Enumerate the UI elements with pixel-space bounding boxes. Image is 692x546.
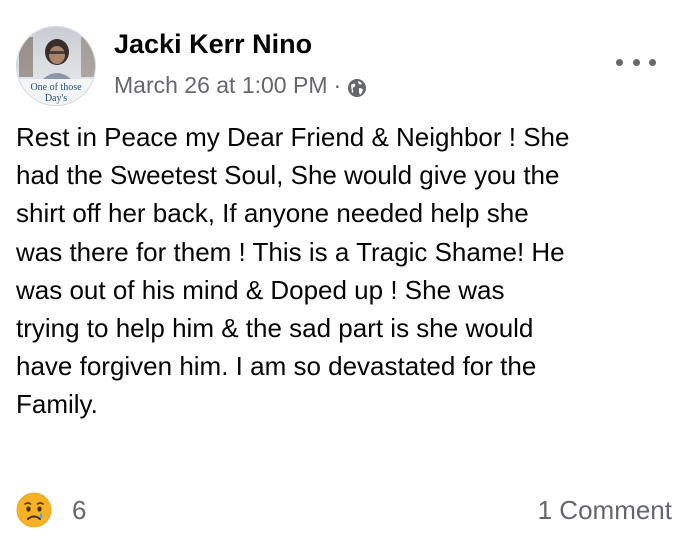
sad-reaction-icon	[16, 492, 52, 528]
more-dot	[649, 58, 656, 66]
reactions-summary[interactable]: 6	[16, 492, 86, 528]
author-avatar[interactable]: One of those Day's	[16, 26, 96, 106]
avatar-caption-line2: Day's	[44, 93, 68, 104]
post-timestamp[interactable]: March 26 at 1:00 PM	[114, 70, 328, 100]
meta-separator: ·	[333, 72, 342, 98]
comments-count-link[interactable]: 1 Comment	[538, 492, 672, 528]
author-name[interactable]: Jacki Kerr Nino	[114, 27, 312, 61]
post-meta: March 26 at 1:00 PM ·	[114, 70, 367, 100]
avatar-caption-line1: One of those	[30, 82, 82, 93]
more-dot	[616, 58, 623, 66]
more-dot	[632, 58, 640, 66]
reaction-count: 6	[72, 495, 87, 525]
post-card: One of those Day's Jacki Kerr Nino March…	[0, 0, 692, 546]
more-options-icon[interactable]	[616, 52, 656, 72]
post-body-text: Rest in Peace my Dear Friend & Neighbor …	[16, 122, 570, 420]
globe-icon[interactable]	[347, 75, 367, 97]
